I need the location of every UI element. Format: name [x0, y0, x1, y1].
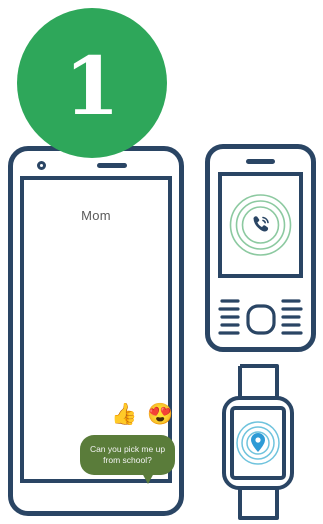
location-signal — [236, 421, 280, 465]
smartphone: Mom 👍 😍 Can you pick me up from school? — [8, 146, 184, 516]
speaker-slot — [97, 163, 127, 168]
thumbs-up-icon: 👍 — [111, 403, 138, 426]
smartphone-screen: Mom 👍 😍 Can you pick me up from school? — [20, 176, 175, 484]
reaction-row: 👍 😍 — [111, 404, 173, 425]
feature-phone — [205, 144, 316, 352]
step-number: 1 — [64, 39, 120, 133]
device-illustration: Mom 👍 😍 Can you pick me up from school? … — [0, 0, 323, 524]
contact-name: Mom — [81, 208, 111, 223]
message-bubble-tail — [142, 473, 154, 484]
center-nav-key — [246, 304, 276, 335]
smartwatch — [222, 364, 294, 520]
message-text: Can you pick me up from school? — [89, 444, 166, 465]
camera-icon — [37, 161, 46, 170]
message-bubble: Can you pick me up from school? — [80, 435, 175, 475]
keypad — [218, 299, 303, 335]
step-badge: 1 — [17, 8, 167, 158]
smartwatch-graphic — [222, 364, 294, 520]
heart-eyes-icon: 😍 — [147, 403, 174, 426]
